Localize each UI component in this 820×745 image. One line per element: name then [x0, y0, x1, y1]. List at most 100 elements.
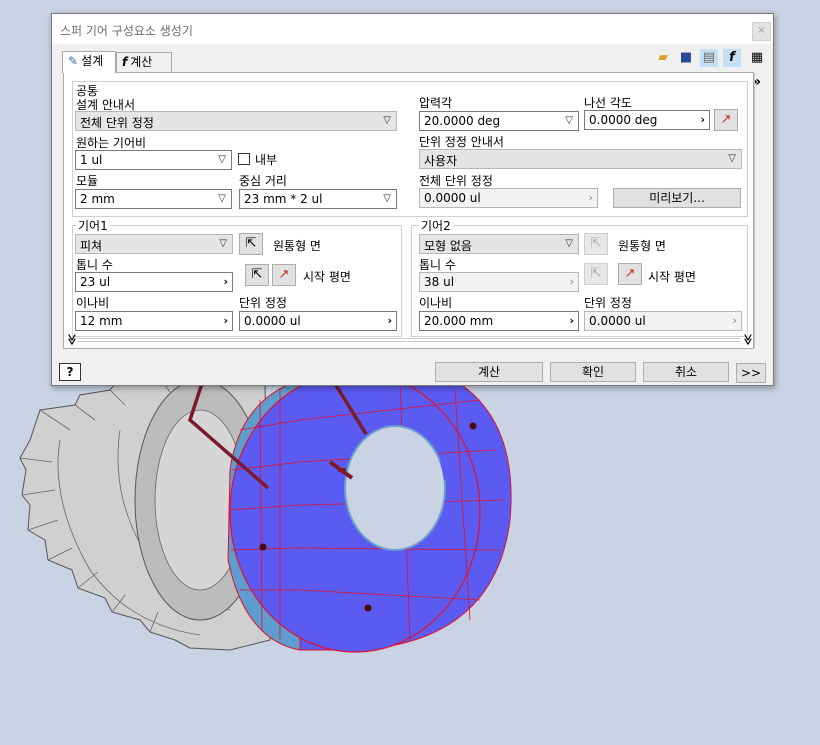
divider — [78, 338, 740, 339]
gear2-face-width-value: 20.000 mm — [424, 314, 494, 328]
gear1-cylindrical-face-button[interactable]: ⇱ — [239, 233, 263, 255]
gear1-cylindrical-face-label: 원통형 면 — [273, 239, 321, 253]
gear2-cylindrical-face-label: 원통형 면 — [618, 239, 666, 253]
gear2-teeth-input[interactable]: 38 ul › — [419, 272, 579, 292]
gear-ratio-value: 1 ul — [80, 153, 103, 167]
preview-button[interactable]: 미리보기... — [613, 188, 741, 208]
gear2-teeth-value: 38 ul — [424, 275, 455, 289]
gear1-face-width-input[interactable]: 12 mm › — [75, 311, 233, 331]
total-unit-correction-value: 0.0000 ul — [424, 191, 481, 205]
more-button[interactable]: >> — [736, 363, 766, 383]
internal-label: 내부 — [255, 153, 278, 167]
gear1-start-plane-button[interactable]: ⇱ — [245, 264, 269, 286]
chevron-down-icon: ▽ — [565, 238, 573, 249]
gear1-teeth-value: 23 ul — [80, 275, 111, 289]
close-button[interactable]: × — [752, 22, 771, 41]
gear1-type-select[interactable]: 피쳐 ▽ — [75, 234, 233, 254]
center-distance-select[interactable]: 23 mm * 2 ul ▽ — [239, 189, 397, 209]
unit-correction-guide-value: 사용자 — [424, 154, 458, 168]
gear2-unit-correction-input[interactable]: 0.0000 ul › — [584, 311, 742, 331]
gear1-face-width-value: 12 mm — [80, 314, 123, 328]
pressure-angle-label: 압력각 — [419, 96, 453, 110]
helix-angle-label: 나선 각도 — [584, 96, 632, 110]
ok-button[interactable]: 확인 — [550, 362, 636, 382]
gear1-unit-correction-input[interactable]: 0.0000 ul › — [239, 311, 397, 331]
collapse-left-button[interactable]: ≫ — [65, 334, 78, 346]
helix-angle-input[interactable]: 0.0000 deg › — [584, 110, 710, 130]
cursor-select-icon: ⇱ — [590, 236, 602, 251]
arrow-right-icon[interactable]: › — [588, 191, 593, 204]
gear1-start-plane-label: 시작 평면 — [303, 270, 351, 284]
arrow-right-icon[interactable]: › — [223, 275, 228, 288]
help-button[interactable]: ? — [59, 363, 81, 381]
module-label: 모듈 — [76, 174, 99, 188]
unit-correction-guide-select[interactable]: 사용자 ▽ — [419, 149, 742, 169]
arrow-right-icon[interactable]: › — [387, 314, 392, 327]
gear1-unit-correction-value: 0.0000 ul — [244, 314, 301, 328]
title-bar[interactable]: 스퍼 기어 구성요소 생성기 × — [52, 14, 773, 44]
tab-calculation[interactable]: f 계산 — [116, 52, 172, 72]
design-guide-value: 전체 단위 정정 — [80, 116, 154, 130]
cursor-select-icon: ⇱ — [251, 267, 263, 282]
design-panel: 공통 설계 안내서 전체 단위 정정 ▽ 압력각 20.0000 deg ▽ 나선 … — [63, 72, 755, 349]
gear2-start-plane-label: 시작 평면 — [648, 270, 696, 284]
gear1-flip-button[interactable]: ↗ — [272, 264, 296, 286]
calculate-button[interactable]: 계산 — [435, 362, 543, 382]
center-distance-value: 23 mm * 2 ul — [244, 192, 323, 206]
total-unit-correction-input[interactable]: 0.0000 ul › — [419, 188, 598, 208]
tab-calculation-label: 계산 — [130, 55, 153, 69]
cancel-button[interactable]: 취소 — [643, 362, 729, 382]
gear2-face-width-label: 이나비 — [419, 296, 453, 310]
fx-icon: f — [122, 55, 128, 69]
gear2-type-select[interactable]: 모형 없음 ▽ — [419, 234, 579, 254]
chevron-down-icon: ▽ — [728, 153, 736, 164]
divider — [78, 341, 740, 342]
gear1-teeth-label: 톱니 수 — [76, 258, 113, 272]
gear2-section-label: 기어2 — [419, 217, 453, 234]
chevron-down-icon: ▽ — [218, 154, 226, 165]
fx-toolbar-icon[interactable]: f — [723, 49, 741, 67]
settings-icon[interactable]: ▤ — [700, 49, 718, 67]
gear2-flip-button[interactable]: ↗ — [618, 263, 642, 285]
internal-checkbox[interactable] — [238, 153, 250, 165]
flip-arrow-icon: ↗ — [720, 112, 732, 127]
tab-design[interactable]: ✎ 설계 — [62, 51, 116, 73]
arrow-right-icon[interactable]: › — [569, 314, 574, 327]
table-icon[interactable]: ▦ — [748, 49, 766, 67]
chevron-down-icon: ▽ — [565, 115, 573, 126]
gear2-unit-correction-label: 단위 정정 — [584, 296, 632, 310]
module-value: 2 mm — [80, 192, 115, 206]
dialog-title: 스퍼 기어 구성요소 생성기 — [60, 24, 193, 38]
save-icon[interactable]: ■ — [677, 49, 695, 67]
cursor-select-icon: ⇱ — [590, 266, 602, 281]
flip-direction-button[interactable]: ↗ — [714, 109, 738, 131]
module-select[interactable]: 2 mm ▽ — [75, 189, 232, 209]
gear2-type-value: 모형 없음 — [424, 239, 472, 253]
chevron-down-icon: ▽ — [383, 115, 391, 126]
gear-ratio-label: 원하는 기어비 — [76, 136, 147, 150]
highlighted-gear-blank — [227, 371, 512, 653]
helix-angle-value: 0.0000 deg — [589, 113, 658, 127]
gear1-face-width-label: 이나비 — [76, 296, 110, 310]
gear-ratio-select[interactable]: 1 ul ▽ — [75, 150, 232, 170]
cursor-select-icon: ⇱ — [245, 236, 257, 251]
collapse-right-button[interactable]: ≫ — [741, 334, 754, 346]
gear2-face-width-input[interactable]: 20.000 mm › — [419, 311, 579, 331]
flip-arrow-icon: ↗ — [278, 267, 290, 282]
gear1-teeth-input[interactable]: 23 ul › — [75, 272, 233, 292]
chevron-down-icon: ▽ — [383, 193, 391, 204]
pencil-gear-icon: ✎ — [68, 54, 79, 68]
unit-correction-guide-label: 단위 정정 안내서 — [419, 135, 504, 149]
gear2-start-plane-button[interactable]: ⇱ — [584, 263, 608, 285]
design-guide-select[interactable]: 전체 단위 정정 ▽ — [75, 111, 397, 131]
arrow-right-icon[interactable]: › — [223, 314, 228, 327]
gear2-cylindrical-face-button[interactable]: ⇱ — [584, 233, 608, 255]
gear2-unit-correction-value: 0.0000 ul — [589, 314, 646, 328]
arrow-right-icon[interactable]: › — [569, 275, 574, 288]
open-folder-icon[interactable]: ▰ — [654, 49, 672, 67]
gear1-unit-correction-label: 단위 정정 — [239, 296, 287, 310]
arrow-right-icon[interactable]: › — [732, 314, 737, 327]
pressure-angle-select[interactable]: 20.0000 deg ▽ — [419, 111, 579, 131]
gear1-type-value: 피쳐 — [80, 239, 103, 253]
arrow-right-icon[interactable]: › — [700, 113, 705, 126]
